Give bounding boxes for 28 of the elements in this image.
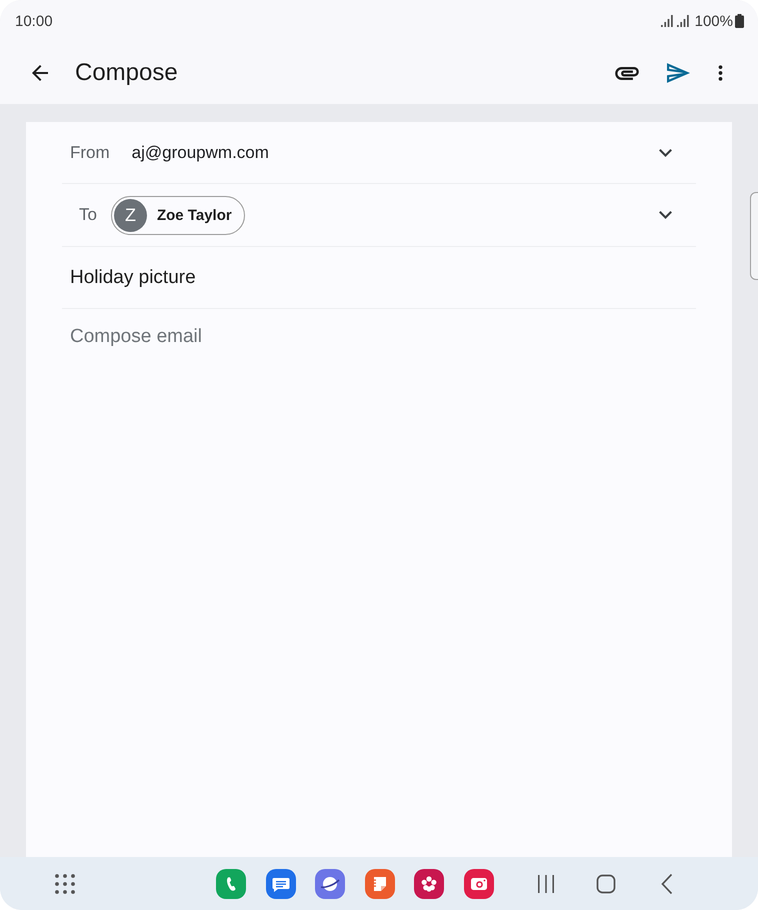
message-bubble-app-icon[interactable] (266, 868, 296, 898)
signal-icon (660, 15, 673, 27)
planet-app-icon[interactable] (315, 868, 346, 898)
avatar-initial: Z (114, 198, 147, 232)
camera-app-icon[interactable] (464, 868, 494, 898)
battery-percent: 100% (694, 12, 733, 30)
to-label: To (78, 205, 97, 225)
app-grid-icon[interactable] (55, 874, 75, 894)
chevron-down-icon[interactable] (659, 211, 672, 219)
battery-icon (735, 14, 744, 28)
status-time: 10:00 (15, 12, 53, 30)
home-icon[interactable] (596, 874, 616, 894)
send-icon[interactable] (667, 63, 690, 83)
note-app-icon[interactable] (364, 868, 395, 898)
screen-title: Compose (75, 59, 178, 87)
flower-app-icon[interactable] (414, 868, 444, 898)
paperclip-icon[interactable] (615, 66, 639, 80)
chevron-down-icon[interactable] (659, 148, 672, 156)
more-options-icon[interactable] (718, 64, 723, 82)
phone-app-icon[interactable] (216, 868, 246, 898)
email-body-field[interactable]: Compose email (62, 309, 696, 857)
recent-apps-icon[interactable] (536, 874, 555, 894)
signal-icon (676, 15, 689, 27)
recipient-chip[interactable]: Z Zoe Taylor (110, 196, 245, 234)
subject-field[interactable]: Holiday picture (62, 266, 696, 288)
sender-address[interactable]: aj@groupwm.com (132, 142, 269, 162)
from-label: From (69, 142, 110, 162)
back-icon[interactable] (660, 872, 673, 894)
